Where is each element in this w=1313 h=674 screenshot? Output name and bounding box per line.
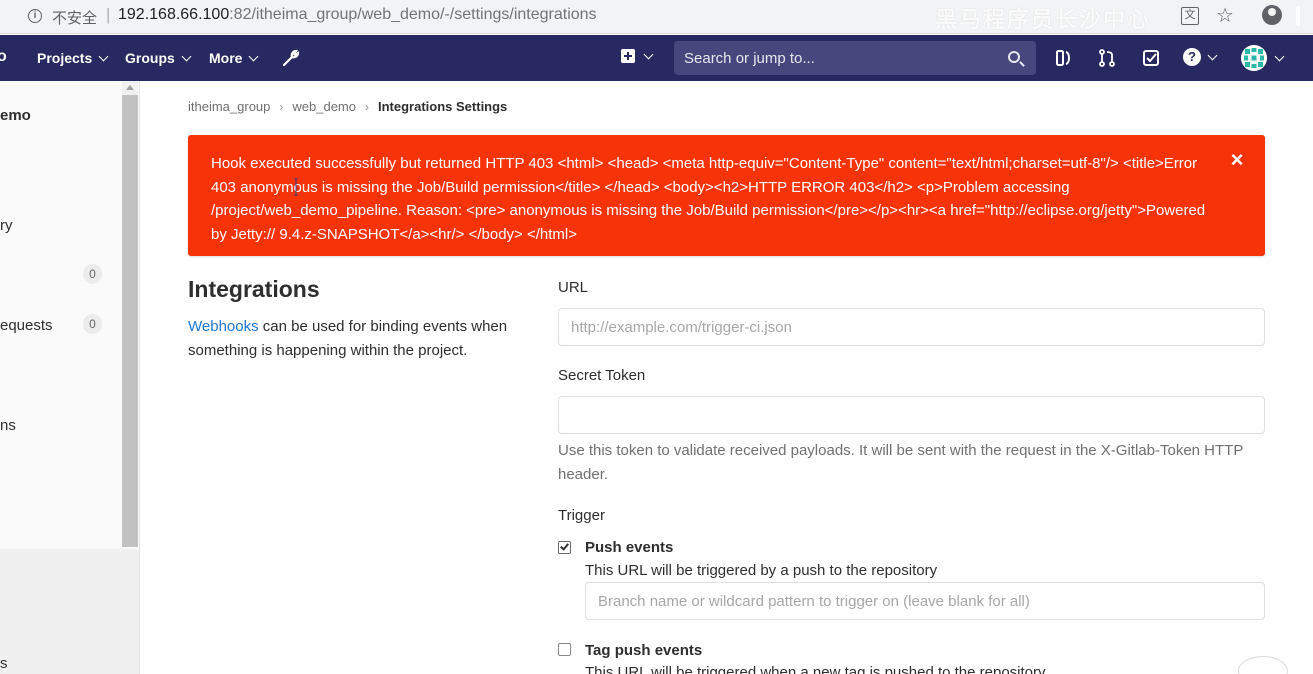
more-label: More: [209, 50, 243, 66]
breadcrumb-current[interactable]: Integrations Settings: [378, 99, 507, 114]
sidebar-item-repository[interactable]: ry: [0, 217, 13, 234]
chevron-down-icon: [98, 51, 109, 61]
tag-push-events-checkbox[interactable]: [558, 643, 571, 656]
sidebar-scrollbar-thumb[interactable]: [122, 95, 138, 547]
sidebar-footer: s: [0, 549, 139, 674]
browser-address-bar: i 不安全 | 192.168.66.100:82/itheima_group/…: [0, 0, 1313, 34]
floating-widget[interactable]: [1238, 656, 1288, 674]
breadcrumb: itheima_group › web_demo › Integrations …: [188, 99, 507, 114]
url-text[interactable]: 192.168.66.100:82/itheima_group/web_demo…: [118, 6, 597, 24]
url-host: 192.168.66.100: [118, 6, 230, 23]
search-icon[interactable]: [1008, 51, 1020, 63]
breadcrumb-chevron-icon: ›: [365, 99, 369, 114]
profile-icon[interactable]: [1262, 5, 1282, 25]
chevron-down-icon: [181, 51, 192, 61]
url-field[interactable]: [558, 308, 1265, 346]
text-cursor-icon: [294, 178, 298, 196]
info-icon[interactable]: i: [28, 9, 42, 23]
address-separator: |: [106, 5, 111, 24]
user-avatar-dropdown[interactable]: [1241, 45, 1285, 71]
breadcrumb-project-link[interactable]: web_demo: [292, 99, 356, 114]
checkmark-icon: [560, 541, 569, 551]
more-dropdown[interactable]: More: [209, 50, 259, 66]
flash-message: Hook executed successfully but returned …: [211, 155, 1206, 243]
issues-board-icon[interactable]: [1054, 48, 1074, 68]
video-watermark: 黑马程序员长沙中心: [935, 7, 1152, 32]
chevron-down-icon: [1274, 51, 1285, 61]
plus-icon: [621, 49, 635, 63]
chevron-down-icon: [249, 51, 259, 61]
help-dropdown[interactable]: ?: [1183, 48, 1218, 66]
tag-push-events-description: This URL will be triggered when a new ta…: [585, 664, 1046, 674]
integrations-description: Webhooks can be used for binding events …: [188, 315, 538, 362]
sidebar-project-name[interactable]: emo: [0, 107, 31, 124]
close-icon[interactable]: ×: [1229, 149, 1245, 171]
secret-token-field[interactable]: [558, 396, 1265, 434]
groups-label: Groups: [125, 50, 175, 66]
gitlab-logo-text[interactable]: o: [0, 48, 7, 66]
search-input[interactable]: [684, 41, 994, 75]
breadcrumb-chevron-icon: ›: [279, 99, 284, 114]
sidebar-item-settings[interactable]: s: [0, 655, 8, 672]
merge-requests-count-badge: 0: [83, 314, 102, 334]
push-branch-filter-input[interactable]: [585, 582, 1265, 620]
push-events-checkbox[interactable]: [558, 541, 571, 554]
scroll-up-arrow-icon[interactable]: [126, 85, 134, 90]
chevron-down-icon: [643, 49, 654, 59]
projects-label: Projects: [37, 50, 93, 66]
projects-dropdown[interactable]: Projects: [37, 50, 109, 66]
insecure-label: 不安全: [52, 10, 98, 27]
secret-token-help: Use this token to validate received payl…: [558, 442, 1244, 483]
groups-dropdown[interactable]: Groups: [125, 50, 192, 66]
push-events-description: This URL will be triggered by a push to …: [585, 562, 938, 579]
todo-check-icon[interactable]: [1141, 48, 1161, 68]
avatar: [1241, 45, 1267, 71]
issues-count-badge: 0: [83, 264, 102, 284]
tag-push-events-label[interactable]: Tag push events: [585, 642, 702, 659]
search-box[interactable]: [674, 41, 1036, 75]
flash-alert: Hook executed successfully but returned …: [188, 135, 1265, 256]
help-icon: ?: [1183, 48, 1201, 66]
bookmark-star-icon[interactable]: ☆: [1216, 3, 1234, 28]
push-events-label[interactable]: Push events: [585, 539, 673, 556]
secret-token-label: Secret Token: [558, 367, 646, 384]
translate-icon[interactable]: 文: [1181, 7, 1199, 25]
chevron-down-icon: [1207, 50, 1218, 60]
sidebar-item-operations[interactable]: ns: [0, 417, 16, 434]
url-path: :82/itheima_group/web_demo/-/settings/in…: [229, 6, 597, 23]
admin-wrench-icon[interactable]: [281, 48, 301, 68]
top-navbar: o Projects Groups More ?: [0, 35, 1313, 81]
webhooks-link[interactable]: Webhooks: [188, 318, 259, 335]
merge-request-icon[interactable]: [1097, 48, 1117, 68]
project-sidebar: emo ry 0 equests 0 ns s: [0, 81, 140, 674]
page-title: Integrations: [188, 276, 320, 302]
trigger-label: Trigger: [558, 507, 605, 524]
sidebar-item-merge-requests[interactable]: equests: [0, 317, 53, 334]
new-item-dropdown[interactable]: [621, 49, 654, 63]
breadcrumb-group-link[interactable]: itheima_group: [188, 99, 270, 114]
browser-menu-icon[interactable]: [1296, 6, 1300, 26]
url-label: URL: [558, 279, 589, 296]
